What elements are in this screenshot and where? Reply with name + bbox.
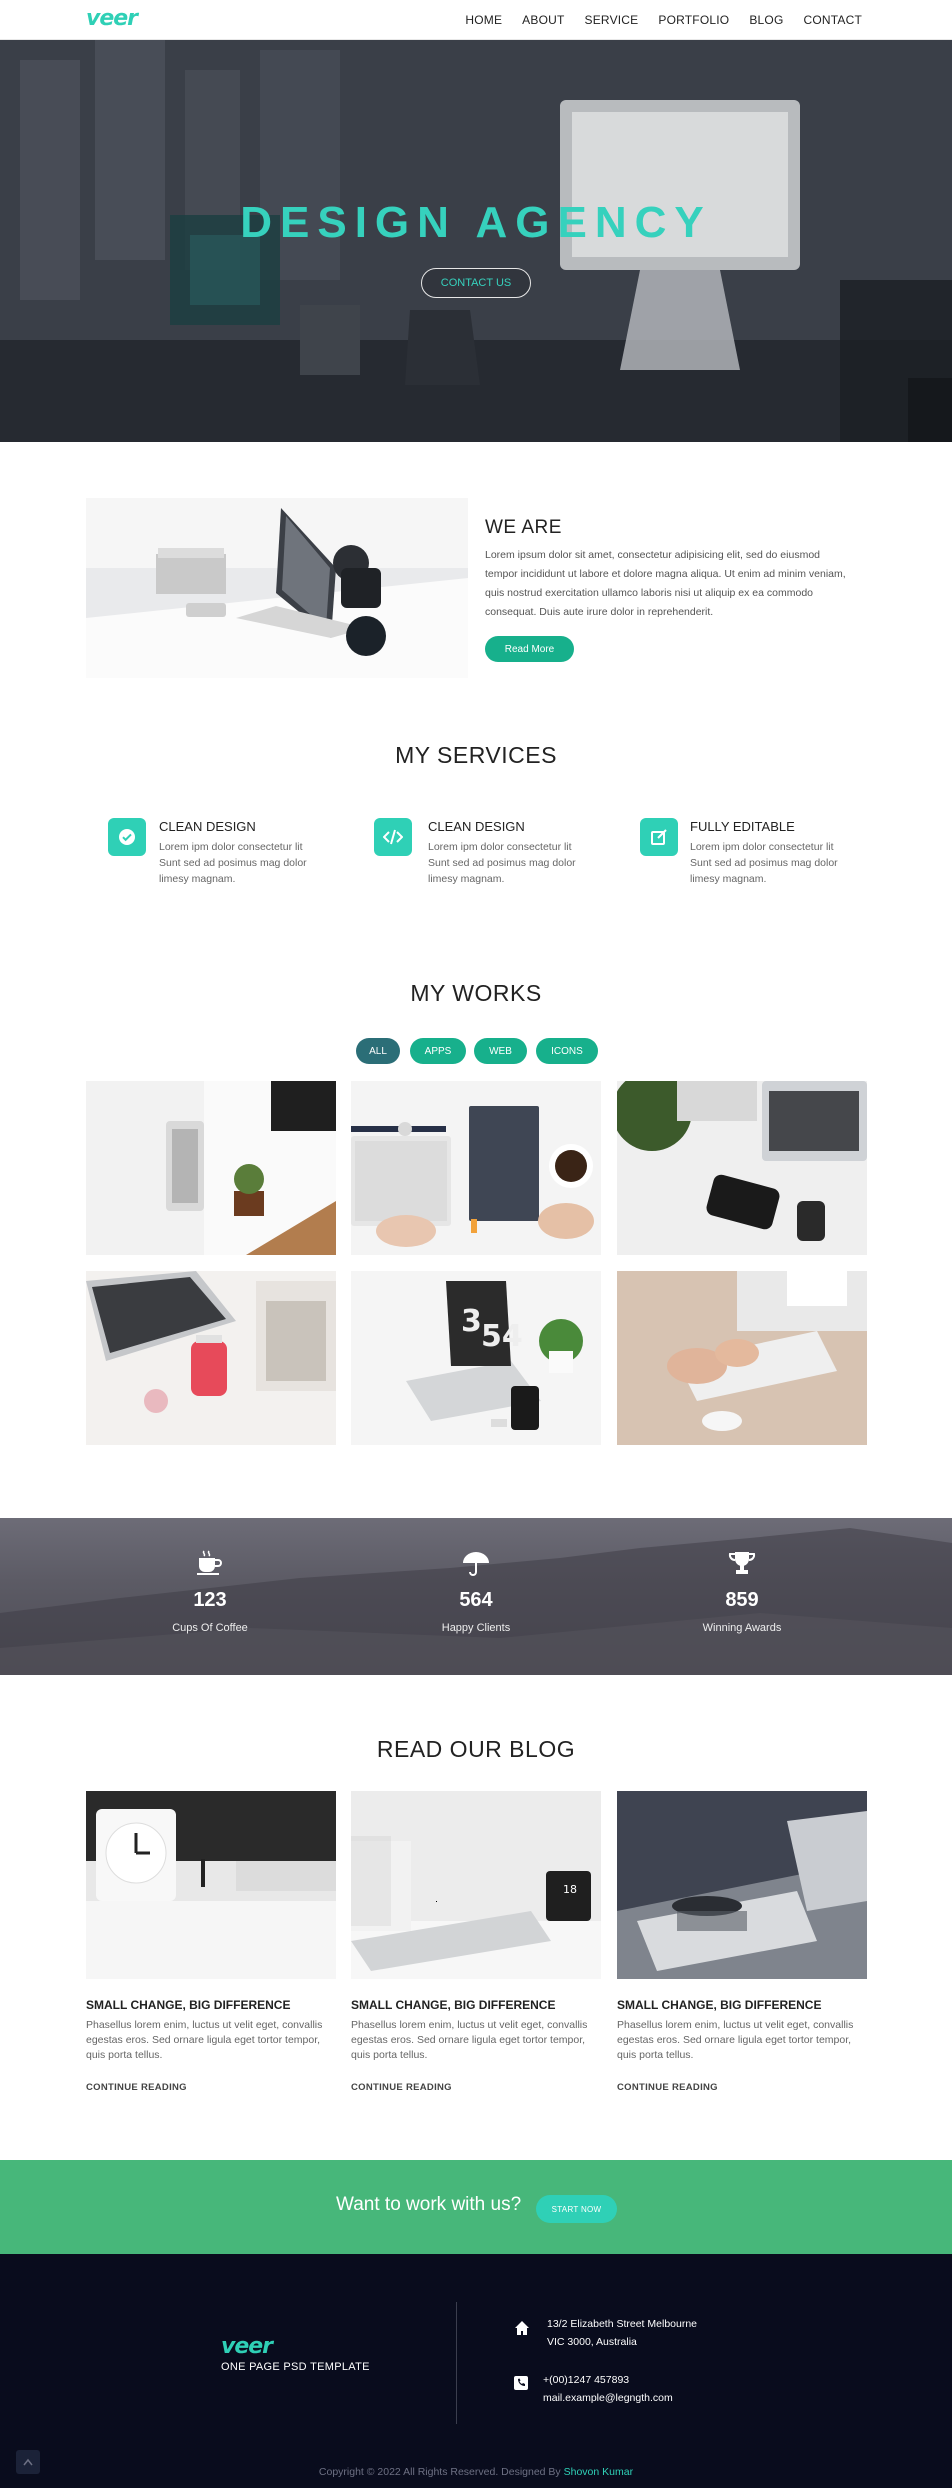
- service-text-1: Lorem ipm dolor consectetur lit Sunt sed…: [159, 841, 307, 885]
- nav-about[interactable]: ABOUT: [522, 13, 564, 27]
- top-navbar: veer HOME ABOUT SERVICE PORTFOLIO BLOG C…: [0, 0, 952, 40]
- service-text-2: Lorem ipm dolor consectetur lit Sunt sed…: [428, 841, 576, 885]
- blog-image-2[interactable]: 18: [351, 1791, 601, 1979]
- work-item-hands-keyboard[interactable]: [617, 1271, 867, 1445]
- footer-address-line1: 13/2 Elizabeth Street Melbourne: [547, 2318, 698, 2330]
- works-title: MY WORKS: [410, 980, 542, 1006]
- blog-post-text-2: Phasellus lorem enim, luctus ut velit eg…: [351, 2019, 588, 2061]
- stats-section: 123 Cups Of Coffee 564 Happy Clients 859…: [0, 1518, 952, 1675]
- service-title-1: CLEAN DESIGN: [159, 819, 256, 834]
- blog-image-3[interactable]: [617, 1791, 867, 1979]
- coffee-icon: [197, 1550, 222, 1575]
- work-item-flip-clock[interactable]: 3 54: [351, 1271, 601, 1445]
- blog-post-text-3: Phasellus lorem enim, luctus ut velit eg…: [617, 2019, 854, 2061]
- blog-title: READ OUR BLOG: [376, 1736, 576, 1762]
- stat-coffee-value: 123: [193, 1589, 227, 1611]
- work-item-speaker-plant[interactable]: [86, 1081, 336, 1255]
- work-item-laptop-drink[interactable]: [86, 1271, 336, 1445]
- stat-clients: 564 Happy Clients: [376, 1550, 576, 1634]
- read-more-button[interactable]: Read More: [485, 636, 574, 662]
- continue-reading-link-1[interactable]: CONTINUE READING: [86, 2082, 187, 2093]
- cta-text: Want to work with us?: [336, 2194, 522, 2215]
- hero-section: DESIGN AGENCY CONTACT US: [0, 40, 952, 442]
- filter-icons[interactable]: ICONS: [536, 1038, 598, 1064]
- service-title-3: FULLY EDITABLE: [690, 819, 795, 834]
- nav-portfolio[interactable]: PORTFOLIO: [658, 13, 729, 27]
- service-text-3: Lorem ipm dolor consectetur lit Sunt sed…: [690, 841, 838, 885]
- hero-title: DESIGN AGENCY: [240, 198, 712, 247]
- stat-clients-label: Happy Clients: [441, 1622, 511, 1634]
- filter-all[interactable]: ALL: [356, 1038, 400, 1064]
- stat-awards-value: 859: [725, 1589, 759, 1611]
- contact-us-button[interactable]: CONTACT US: [421, 268, 531, 298]
- check-circle-icon: [108, 818, 146, 856]
- footer-divider: [456, 2302, 457, 2424]
- footer-logo[interactable]: veer: [221, 2334, 273, 2359]
- about-image: [86, 498, 468, 678]
- service-title-2: CLEAN DESIGN: [428, 819, 525, 834]
- designer-link[interactable]: Shovon Kumar: [564, 2466, 633, 2478]
- home-icon: [515, 2321, 529, 2335]
- stat-awards-label: Winning Awards: [702, 1622, 782, 1634]
- stat-coffee: 123 Cups Of Coffee: [110, 1550, 310, 1634]
- blog-image-1[interactable]: [86, 1791, 336, 1979]
- about-title: WE ARE: [485, 517, 562, 538]
- start-now-button[interactable]: START NOW: [536, 2195, 617, 2223]
- work-item-keyboard-notebook[interactable]: [351, 1081, 601, 1255]
- continue-reading-link-2[interactable]: CONTINUE READING: [351, 2082, 452, 2093]
- svg-text:3: 3: [461, 1304, 482, 1339]
- blog-clock-number: 18: [563, 1883, 577, 1896]
- filter-web[interactable]: WEB: [474, 1038, 527, 1064]
- footer-subtitle: ONE PAGE PSD TEMPLATE: [221, 2361, 370, 2373]
- trophy-icon: [728, 1552, 756, 1574]
- edit-icon: [640, 818, 678, 856]
- blog-post-text-1: Phasellus lorem enim, luctus ut velit eg…: [86, 2019, 323, 2061]
- code-icon: [374, 818, 412, 856]
- stat-clients-value: 564: [459, 1589, 493, 1611]
- umbrella-icon: [463, 1552, 489, 1576]
- footer-email[interactable]: mail.example@legngth.com: [543, 2390, 673, 2407]
- cta-banner: Want to work with us? START NOW: [0, 2160, 952, 2254]
- stat-awards: 859 Winning Awards: [642, 1550, 842, 1634]
- nav-contact[interactable]: CONTACT: [803, 13, 862, 27]
- copyright-text: Copyright © 2022 All Rights Reserved. De…: [318, 2466, 561, 2478]
- svg-text:54: 54: [481, 1319, 523, 1354]
- blog-post-title-3[interactable]: SMALL CHANGE, BIG DIFFERENCE: [617, 1998, 821, 2012]
- filter-apps[interactable]: APPS: [410, 1038, 466, 1064]
- continue-reading-link-3[interactable]: CONTINUE READING: [617, 2082, 718, 2093]
- footer-phone[interactable]: +(00)1247 457893: [543, 2372, 629, 2389]
- nav-blog[interactable]: BLOG: [749, 13, 783, 27]
- blog-post-title-2[interactable]: SMALL CHANGE, BIG DIFFERENCE: [351, 1998, 555, 2012]
- nav-home[interactable]: HOME: [465, 13, 502, 27]
- brand-logo[interactable]: veer: [86, 6, 138, 31]
- nav-service[interactable]: SERVICE: [585, 13, 639, 27]
- blog-post-title-1[interactable]: SMALL CHANGE, BIG DIFFERENCE: [86, 1998, 290, 2012]
- footer: veer ONE PAGE PSD TEMPLATE 13/2 Elizabet…: [0, 2254, 952, 2488]
- work-item-phone-watch[interactable]: [617, 1081, 867, 1255]
- desk-laptop-illustration: [86, 498, 468, 678]
- about-text: Lorem ipsum dolor sit amet, consectetur …: [485, 549, 846, 618]
- stat-coffee-label: Cups Of Coffee: [172, 1622, 248, 1634]
- phone-icon: [514, 2376, 528, 2390]
- services-title: MY SERVICES: [395, 742, 557, 768]
- chevron-up-icon: [23, 2458, 33, 2466]
- copyright: Copyright © 2022 All Rights Reserved. De…: [0, 2466, 952, 2478]
- main-menu: HOME ABOUT SERVICE PORTFOLIO BLOG CONTAC…: [445, 0, 862, 40]
- footer-address-line2: VIC 3000, Australia: [547, 2336, 637, 2348]
